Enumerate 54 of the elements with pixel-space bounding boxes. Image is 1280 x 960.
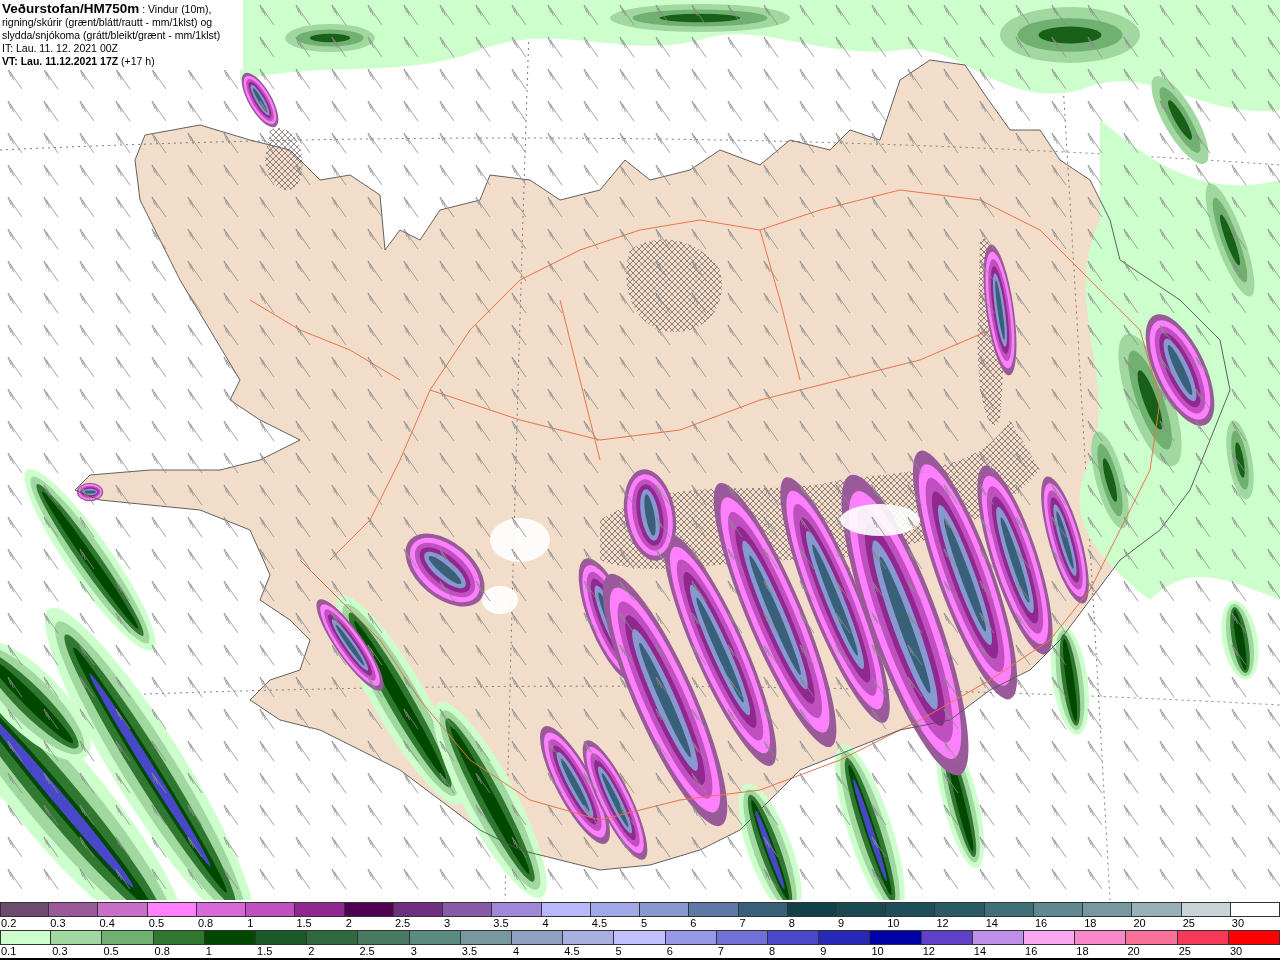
legend-value: 8 bbox=[787, 917, 795, 930]
legend-value: 30 bbox=[1230, 917, 1245, 930]
legend-value: 2.5 bbox=[393, 917, 411, 930]
legend-value: 3 bbox=[443, 917, 451, 930]
legend-value: 1 bbox=[246, 917, 254, 930]
legend-value: 3.5 bbox=[460, 945, 478, 958]
legend-value: 10 bbox=[870, 945, 884, 958]
legend-value: 18 bbox=[1083, 917, 1097, 930]
legend-value: 6 bbox=[689, 917, 697, 930]
legend-value: 16 bbox=[1024, 945, 1038, 958]
legend-value: 20 bbox=[1126, 945, 1140, 958]
legend-value: 3 bbox=[409, 945, 417, 958]
legend-value: 2 bbox=[307, 945, 315, 958]
legend-value: 7 bbox=[716, 945, 724, 958]
legend-value: 0.5 bbox=[147, 917, 164, 930]
legend-value: 2 bbox=[344, 917, 352, 930]
legend-value: 0.4 bbox=[98, 917, 115, 930]
legend-value: 7 bbox=[738, 917, 746, 930]
legend-value: 30 bbox=[1228, 945, 1243, 958]
legend-value: 4 bbox=[512, 945, 520, 958]
issue-time: IT: Lau. 11. 12. 2021 00Z bbox=[2, 42, 119, 55]
legend-value: 6 bbox=[665, 945, 673, 958]
legend-value: 0.5 bbox=[102, 945, 119, 958]
legend-value: 3.5 bbox=[492, 917, 509, 930]
legend-value: 4.5 bbox=[563, 945, 580, 958]
legend-value: 12 bbox=[921, 945, 935, 958]
legend-value: 0.2 bbox=[0, 917, 17, 930]
legend-value: 0.3 bbox=[51, 945, 68, 958]
legend-value: 14 bbox=[984, 917, 998, 930]
legend-value: 0.3 bbox=[49, 917, 66, 930]
legend-value: 25 bbox=[1177, 945, 1191, 958]
legend-value: 25 bbox=[1181, 917, 1195, 930]
legend-value: 8 bbox=[768, 945, 776, 958]
legend-value: 0.8 bbox=[153, 945, 170, 958]
legend-value: 4 bbox=[541, 917, 549, 930]
legend-value: 9 bbox=[837, 917, 845, 930]
legend-value: 1.5 bbox=[295, 917, 312, 930]
legend-value: 16 bbox=[1033, 917, 1048, 930]
legend-value: 20 bbox=[1132, 917, 1146, 930]
map-description: Veðurstofan/HM750m : Vindur (10m), rigning/skúrir (grænt/blátt/rautt - mm/1klst) og slydda/snjókoma (grátt/bleikt/grænt - mm/1klst) bbox=[2, 2, 222, 42]
legend-value: 9 bbox=[819, 945, 827, 958]
legend-value: 5 bbox=[614, 945, 622, 958]
legend-value: 2.5 bbox=[358, 945, 375, 958]
legend-value: 14 bbox=[972, 945, 987, 958]
legend-value: 12 bbox=[935, 917, 949, 930]
legend-value: 18 bbox=[1075, 945, 1089, 958]
legend-value: 0.8 bbox=[196, 917, 214, 930]
legend-value: 0.1 bbox=[0, 945, 17, 958]
legend-value: 10 bbox=[886, 917, 900, 930]
legend-value: 1.5 bbox=[256, 945, 273, 958]
legend-value: 1 bbox=[204, 945, 212, 958]
legend-value: 5 bbox=[640, 917, 648, 930]
legend-value: 4.5 bbox=[590, 917, 608, 930]
valid-time: VT: Lau. 11.12.2021 17Z (+17 h) bbox=[2, 55, 156, 68]
